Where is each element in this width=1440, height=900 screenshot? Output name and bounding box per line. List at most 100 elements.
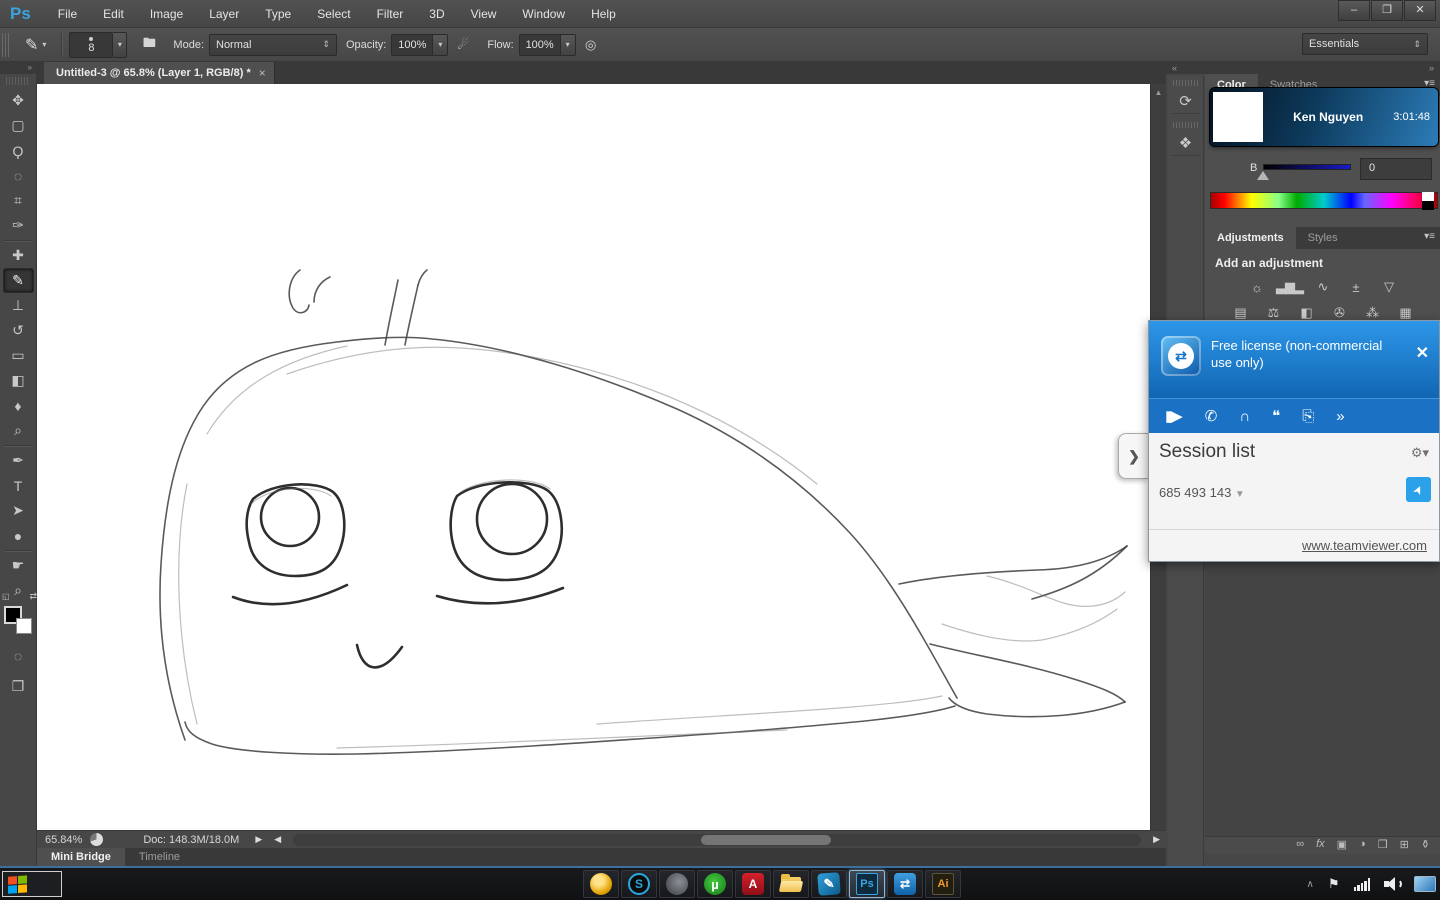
lasso-tool[interactable]: Ϙ [3, 138, 34, 163]
menu-layer[interactable]: Layer [196, 0, 252, 28]
adjustment-layer-icon[interactable]: ◑ [1359, 838, 1366, 854]
hand-tool[interactable]: ☛ [3, 553, 34, 578]
path-selection-tool[interactable]: ➤ [3, 498, 34, 523]
b-channel-value[interactable]: 0 [1360, 158, 1432, 180]
taskbar-illustrator-button[interactable]: Ai [925, 870, 961, 898]
gradient-tool[interactable]: ◧ [3, 368, 34, 393]
swap-colors-icon[interactable]: ⇄ [3, 591, 37, 602]
pressure-opacity-button[interactable]: ☄ [451, 34, 475, 56]
layer-effects-icon[interactable]: fx [1316, 838, 1325, 854]
remote-control-button[interactable]: ➤ [1406, 477, 1431, 502]
menu-view[interactable]: View [458, 0, 510, 28]
delete-layer-icon[interactable]: ⚱ [1421, 838, 1430, 854]
teamviewer-session-bar[interactable]: Ken Nguyen 3:01:48 [1210, 88, 1438, 146]
background-color-swatch[interactable] [16, 618, 32, 634]
scroll-right-icon[interactable]: ▶ [1147, 834, 1166, 845]
more-actions-icon[interactable]: » [1336, 408, 1342, 425]
scroll-left-icon[interactable]: ◀ [268, 834, 287, 845]
panel-menu-icon[interactable]: ▾≡ [1424, 231, 1435, 242]
file-transfer-icon[interactable]: ⎘ [1302, 408, 1312, 425]
menu-help[interactable]: Help [578, 0, 629, 28]
clone-stamp-tool[interactable]: ⊥ [3, 293, 34, 318]
video-call-icon[interactable]: ▮▶ [1165, 407, 1181, 425]
ramp-white-black-swatches[interactable] [1422, 192, 1434, 209]
chat-icon[interactable]: ❝ [1272, 407, 1278, 425]
history-panel-icon[interactable]: ⟳ [1172, 88, 1200, 114]
layer-mask-icon[interactable]: ▣ [1337, 838, 1347, 854]
taskbar-skype-button[interactable]: S [621, 870, 657, 898]
screen-mode-button[interactable]: ❐ [3, 674, 34, 699]
taskbar-teamviewer-button[interactable]: ⇄ [887, 870, 923, 898]
document-canvas[interactable] [37, 84, 1150, 830]
history-brush-tool[interactable]: ↺ [3, 318, 34, 343]
close-button[interactable]: ✕ [1404, 0, 1436, 21]
brush-tool[interactable]: ✎ [3, 268, 34, 293]
tab-adjustments[interactable]: Adjustments [1205, 227, 1296, 249]
volume-icon[interactable] [1384, 877, 1400, 891]
quick-selection-tool[interactable]: ◌ [3, 163, 34, 188]
gear-icon[interactable]: ⚙▾ [1411, 445, 1429, 461]
b-slider-thumb[interactable] [1257, 171, 1269, 180]
blur-tool[interactable]: ♦ [3, 393, 34, 418]
3d-panel-icon[interactable]: ❖ [1172, 130, 1200, 156]
rectangular-marquee-tool[interactable]: ▢ [3, 113, 34, 138]
pen-tool[interactable]: ✒ [3, 448, 34, 473]
b-channel-slider[interactable] [1263, 164, 1351, 170]
menu-window[interactable]: Window [509, 0, 578, 28]
zoom-level-field[interactable]: 65.84% [37, 834, 90, 846]
menu-file[interactable]: File [45, 0, 90, 28]
white-swatch[interactable] [1422, 192, 1434, 201]
taskbar-utorrent-button[interactable]: µ [697, 870, 733, 898]
scroll-up-icon[interactable]: ▲ [1151, 84, 1166, 97]
tab-timeline[interactable]: Timeline [125, 848, 194, 866]
start-button[interactable] [2, 871, 62, 897]
action-center-flag-icon[interactable]: ⚑ [1328, 876, 1340, 892]
menu-filter[interactable]: Filter [364, 0, 417, 28]
layer-group-icon[interactable]: ❒ [1378, 838, 1388, 854]
move-tool[interactable]: ✥ [3, 88, 34, 113]
blend-mode-dropdown[interactable]: Normal ⇕ [209, 34, 337, 56]
taskbar-acrobat-button[interactable]: A [735, 870, 771, 898]
type-tool[interactable]: T [3, 473, 34, 498]
session-id-row[interactable]: 685 493 143 ▼ [1159, 485, 1245, 500]
close-document-icon[interactable]: × [259, 66, 266, 80]
toggle-brush-panel-button[interactable]: 🖿 [137, 34, 161, 56]
new-layer-icon[interactable]: ⊞ [1400, 838, 1409, 854]
color-spectrum-ramp[interactable] [1210, 192, 1438, 209]
flow-dropdown[interactable]: 100% ▾ [519, 34, 576, 56]
menu-type[interactable]: Type [252, 0, 304, 28]
menu-3d[interactable]: 3D [416, 0, 457, 28]
opacity-dropdown[interactable]: 100% ▾ [391, 34, 448, 56]
ellipse-shape-tool[interactable]: ● [3, 523, 34, 548]
expand-dock-chevron[interactable]: « [1172, 62, 1177, 74]
teamviewer-collapse-tab[interactable]: ❯ [1118, 433, 1149, 479]
link-layers-icon[interactable]: ∞ [1296, 838, 1304, 854]
taskbar-steam-button[interactable] [659, 870, 695, 898]
airbrush-button[interactable]: ◎ [579, 34, 603, 56]
dodge-tool[interactable]: ⌕ [3, 418, 34, 443]
crop-tool[interactable]: ⌗ [3, 188, 34, 213]
taskbar-chrome-button[interactable] [583, 870, 619, 898]
phone-call-icon[interactable]: ✆ [1205, 407, 1216, 425]
menu-image[interactable]: Image [137, 0, 196, 28]
show-desktop-monitor-icon[interactable] [1414, 876, 1436, 892]
minimize-button[interactable]: – [1338, 0, 1370, 21]
workspace-switcher[interactable]: Essentials ⇕ [1302, 33, 1428, 55]
taskbar-explorer-button[interactable] [773, 870, 809, 898]
vibrance-icon[interactable]: ▽ [1377, 277, 1401, 297]
menu-edit[interactable]: Edit [90, 0, 137, 28]
exposure-icon[interactable]: ± [1344, 277, 1368, 297]
status-flyout-button[interactable]: ▶ [249, 834, 268, 845]
quick-mask-button[interactable]: ◌ [3, 643, 34, 668]
voip-headset-icon[interactable]: ∩ [1239, 408, 1248, 425]
taskbar-photoshop-button[interactable]: Ps [849, 870, 885, 898]
menu-select[interactable]: Select [304, 0, 363, 28]
taskbar-journal-button[interactable]: ✎ [811, 870, 847, 898]
eraser-tool[interactable]: ▭ [3, 343, 34, 368]
tab-mini-bridge[interactable]: Mini Bridge [37, 848, 125, 866]
network-signal-icon[interactable] [1354, 878, 1371, 891]
teamviewer-website-link[interactable]: www.teamviewer.com [1302, 538, 1427, 553]
tab-styles[interactable]: Styles [1296, 227, 1350, 249]
restore-button[interactable]: ❐ [1371, 0, 1403, 21]
tool-preset-picker[interactable]: ✎ ▾ [17, 35, 54, 55]
